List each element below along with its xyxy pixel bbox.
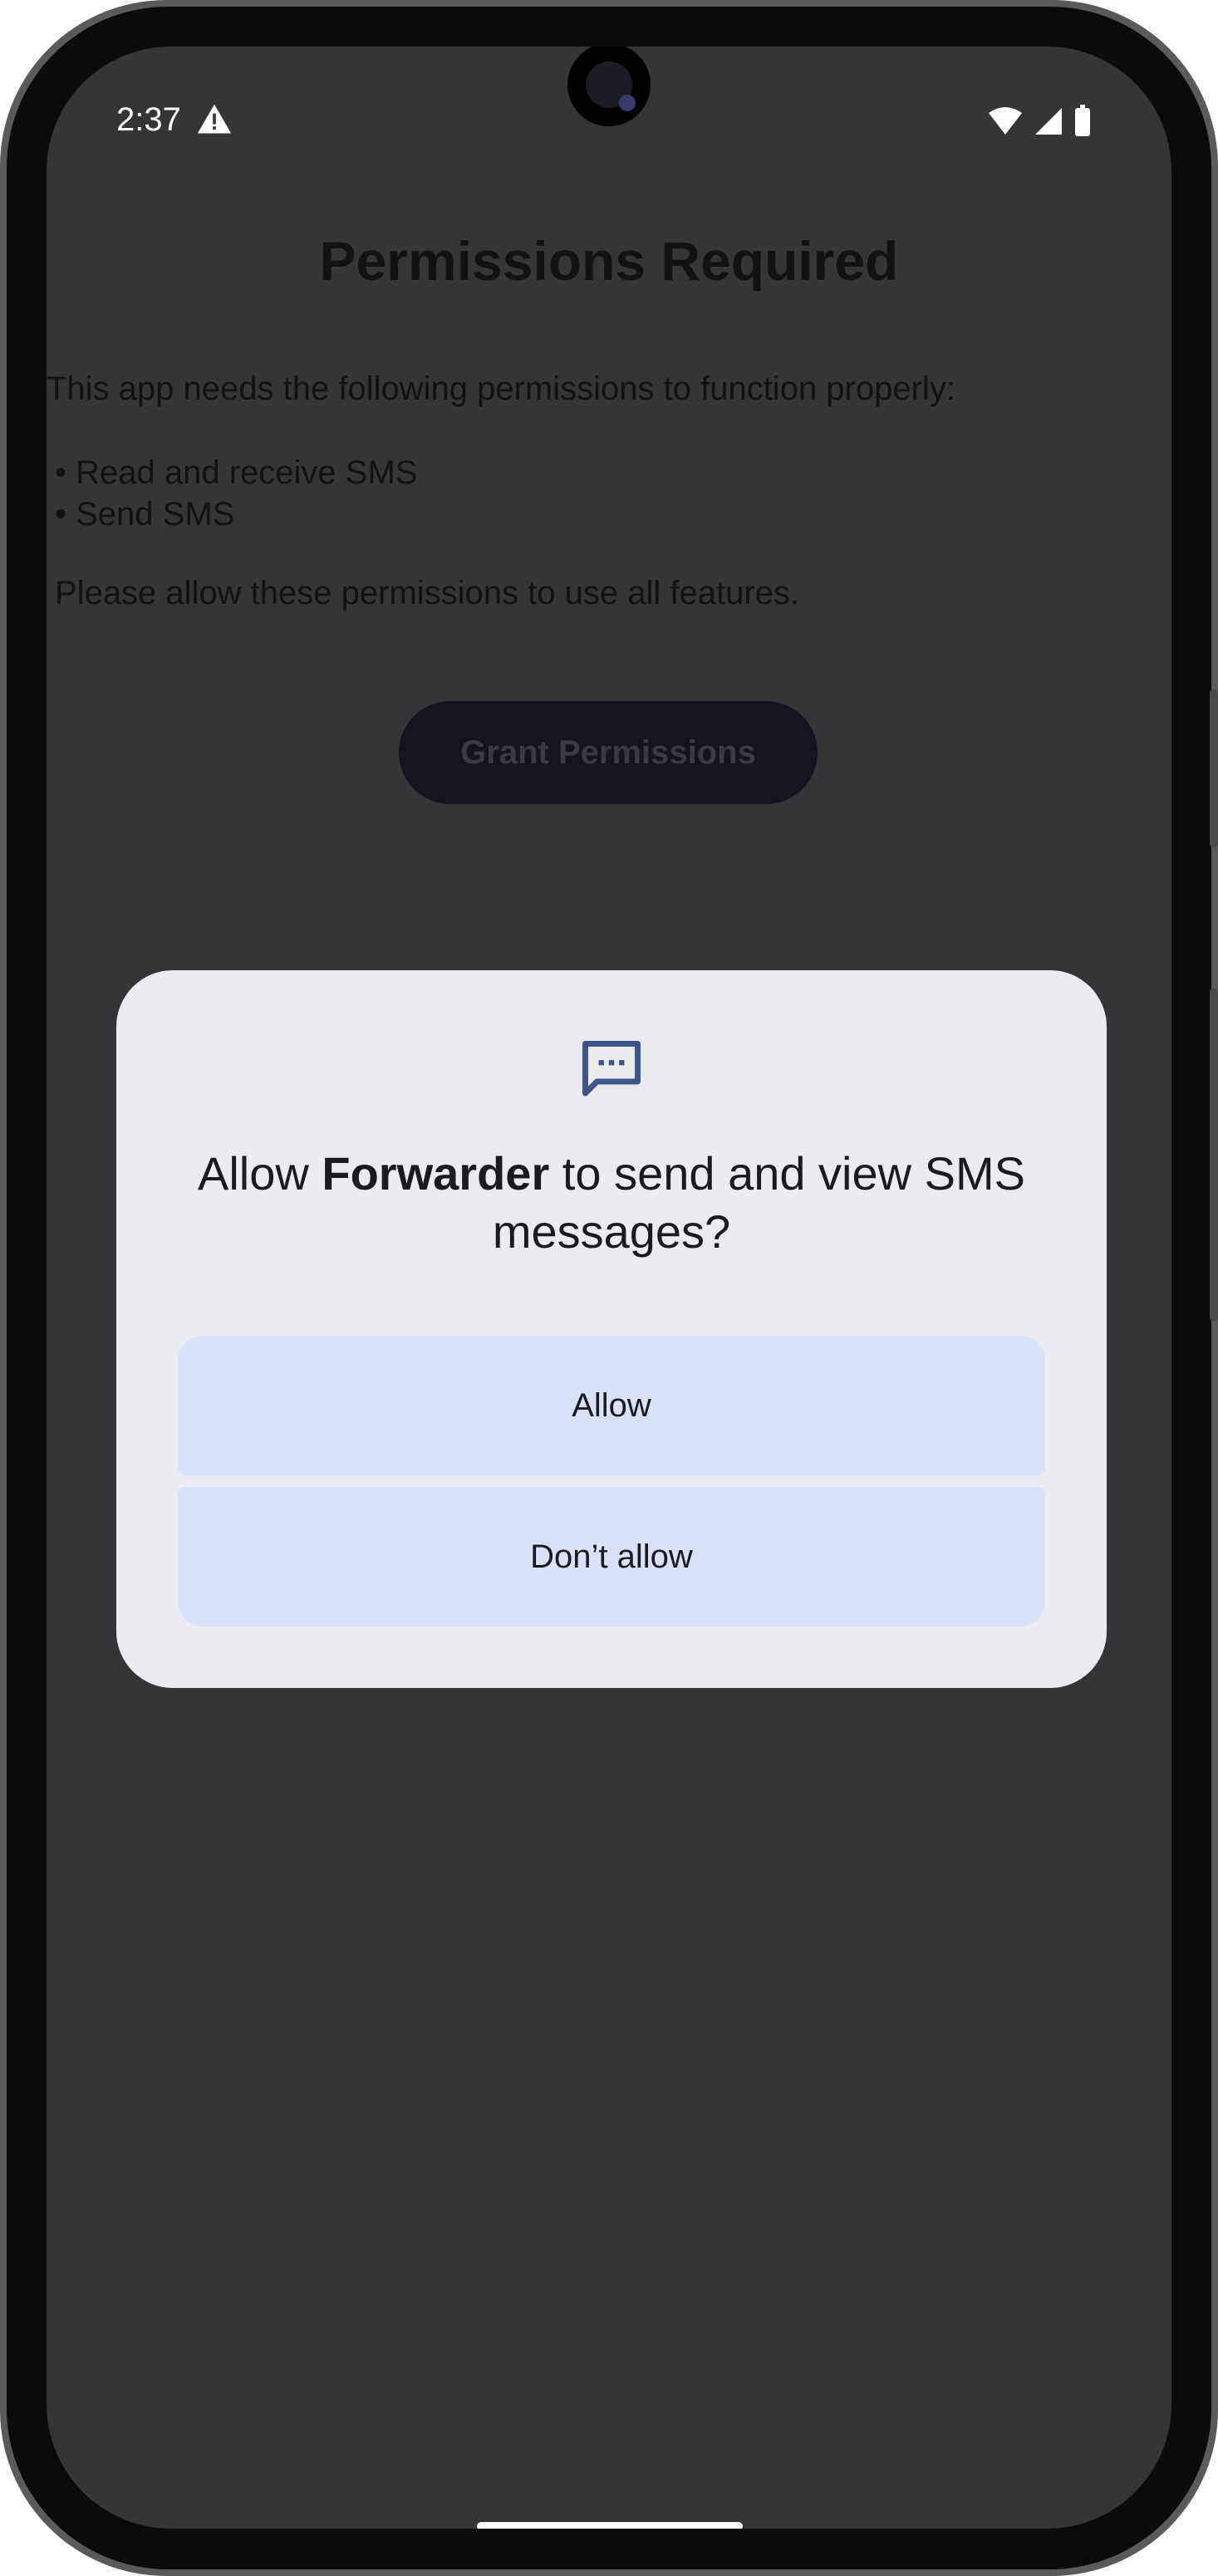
dont-allow-button[interactable]: Don’t allow	[178, 1487, 1045, 1627]
dialog-title-suffix: to send and view SMS messages?	[492, 1147, 1025, 1258]
warning-icon	[197, 104, 232, 134]
home-indicator[interactable]	[477, 2522, 743, 2529]
note-text: Please allow these permissions to use al…	[55, 575, 800, 611]
page-title: Permissions Required	[319, 230, 899, 292]
list-item: Read and receive SMS	[55, 452, 417, 493]
battery-icon	[1075, 105, 1090, 136]
front-camera	[567, 47, 651, 126]
screen: 2:37 Permissions Required This app needs…	[47, 47, 1171, 2529]
status-time: 2:37	[116, 101, 181, 138]
status-icons	[989, 105, 1090, 136]
grant-permissions-button[interactable]: Grant Permissions	[399, 701, 818, 804]
wifi-icon	[989, 107, 1022, 135]
allow-button[interactable]: Allow	[178, 1336, 1045, 1475]
signal-icon	[1035, 108, 1062, 135]
permission-list: Read and receive SMS Send SMS	[55, 452, 417, 535]
volume-button	[1210, 989, 1218, 1321]
sms-icon	[582, 1041, 641, 1097]
power-button	[1210, 689, 1218, 847]
list-item: Send SMS	[55, 493, 417, 535]
dialog-app-name: Forwarder	[322, 1147, 550, 1200]
dialog-title-prefix: Allow	[198, 1147, 322, 1200]
permission-dialog: Allow Forwarder to send and view SMS mes…	[116, 970, 1107, 1688]
intro-text: This app needs the following permissions…	[47, 370, 955, 407]
dialog-title: Allow Forwarder to send and view SMS mes…	[166, 1145, 1057, 1261]
